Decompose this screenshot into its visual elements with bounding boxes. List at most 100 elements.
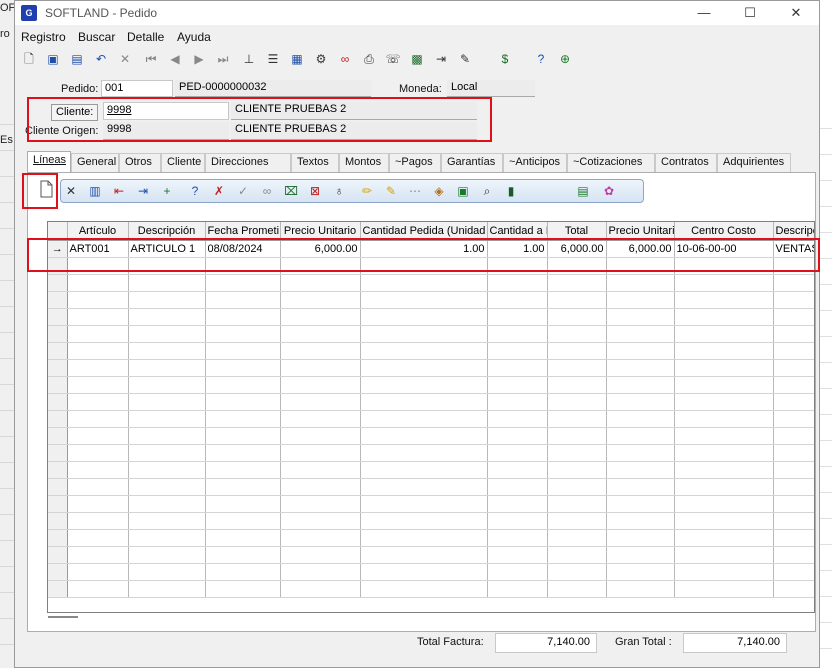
remove-line-icon[interactable]: ✗ — [211, 183, 227, 199]
table-cell[interactable] — [128, 563, 206, 581]
save-icon[interactable]: ▣ — [45, 51, 61, 67]
row-selector-cell[interactable] — [48, 410, 68, 428]
table-cell[interactable] — [205, 376, 281, 394]
table-cell[interactable] — [128, 274, 206, 292]
table-cell[interactable] — [547, 563, 607, 581]
cliente-name-field[interactable]: CLIENTE PRUEBAS 2 — [231, 102, 477, 120]
table-cell[interactable] — [674, 410, 774, 428]
last-record-icon[interactable]: ⏭ — [215, 51, 231, 67]
table-cell[interactable] — [547, 495, 607, 513]
table-cell[interactable] — [547, 529, 607, 547]
table-cell[interactable] — [67, 393, 129, 411]
row-selector-cell[interactable] — [48, 444, 68, 462]
table-cell[interactable] — [280, 257, 361, 275]
lightbulb-icon[interactable]: ♁ — [331, 183, 347, 199]
table-cell[interactable] — [487, 291, 548, 309]
column-header[interactable]: Centro Costo — [674, 222, 774, 241]
table-cell[interactable] — [280, 546, 361, 564]
add-line-icon[interactable]: + — [159, 183, 175, 199]
pedido-number-field[interactable]: PED-0000000032 — [175, 80, 371, 97]
table-row-empty[interactable] — [48, 274, 814, 292]
table-cell[interactable] — [280, 495, 361, 513]
table-cell[interactable] — [128, 410, 206, 428]
table-cell[interactable] — [773, 342, 814, 360]
row-selector-cell[interactable] — [48, 563, 68, 581]
table-row-empty[interactable] — [48, 529, 814, 547]
pencil-icon[interactable]: ✏ — [359, 183, 375, 199]
currency-icon[interactable]: $ — [497, 51, 513, 67]
table-cell[interactable] — [606, 274, 675, 292]
table-row-empty[interactable] — [48, 546, 814, 564]
row-selector-cell[interactable] — [48, 529, 68, 547]
table-cell[interactable] — [674, 563, 774, 581]
table-cell[interactable] — [360, 512, 488, 530]
cut-icon[interactable]: ⌧ — [283, 183, 299, 199]
table-row-empty[interactable] — [48, 308, 814, 326]
table-cell[interactable] — [773, 563, 814, 581]
table-cell[interactable] — [487, 529, 548, 547]
table-cell[interactable] — [773, 291, 814, 309]
table-cell[interactable] — [773, 410, 814, 428]
tab-lineas[interactable]: Líneas — [27, 151, 71, 173]
new-line-button[interactable] — [36, 179, 56, 199]
table-cell[interactable] — [773, 308, 814, 326]
table-cell[interactable] — [280, 444, 361, 462]
column-header[interactable]: Fecha Prometi — [205, 222, 281, 241]
table-cell[interactable] — [205, 444, 281, 462]
table-cell[interactable] — [67, 444, 129, 462]
fax-icon[interactable]: ☏ — [385, 51, 401, 67]
row-selector-cell[interactable] — [48, 393, 68, 411]
table-cell[interactable] — [280, 325, 361, 343]
table-row-empty[interactable] — [48, 359, 814, 377]
table-cell[interactable] — [674, 427, 774, 445]
table-cell[interactable] — [773, 478, 814, 496]
table-cell[interactable] — [487, 274, 548, 292]
table-cell[interactable] — [487, 478, 548, 496]
table-cell[interactable] — [487, 427, 548, 445]
excel-icon[interactable]: ▣ — [455, 183, 471, 199]
table-cell[interactable] — [360, 478, 488, 496]
table-cell[interactable] — [280, 410, 361, 428]
table-row-empty[interactable] — [48, 478, 814, 496]
table-cell[interactable] — [280, 461, 361, 479]
table-cell[interactable] — [205, 274, 281, 292]
table-cell[interactable] — [128, 291, 206, 309]
table-cell[interactable] — [773, 359, 814, 377]
table-cell[interactable]: 6,000.00 — [606, 240, 675, 258]
table-cell[interactable] — [674, 274, 774, 292]
table-cell[interactable] — [606, 546, 675, 564]
delete-icon[interactable]: ✕ — [117, 51, 133, 67]
tab-general[interactable]: General — [71, 153, 119, 172]
table-cell[interactable] — [280, 427, 361, 445]
table-row-empty[interactable] — [48, 461, 814, 479]
table-cell[interactable] — [280, 512, 361, 530]
table-cell[interactable] — [205, 308, 281, 326]
table-cell[interactable] — [487, 410, 548, 428]
table-cell[interactable]: 6,000.00 — [547, 240, 607, 258]
table-cell[interactable] — [280, 529, 361, 547]
table-cell[interactable] — [674, 444, 774, 462]
table-cell[interactable] — [674, 308, 774, 326]
tab-garantias[interactable]: Garantías — [441, 153, 503, 172]
first-record-icon[interactable]: ⏮ — [143, 51, 159, 67]
table-cell[interactable] — [280, 291, 361, 309]
table-cell[interactable] — [67, 308, 129, 326]
row-selector-cell[interactable] — [48, 478, 68, 496]
table-cell[interactable] — [128, 580, 206, 598]
edit-icon[interactable]: ✎ — [383, 183, 399, 199]
table-cell[interactable] — [773, 461, 814, 479]
table-cell[interactable] — [128, 461, 206, 479]
save-as-icon[interactable]: ▤ — [69, 51, 85, 67]
table-cell[interactable] — [205, 546, 281, 564]
table-cell[interactable] — [128, 308, 206, 326]
close-button[interactable]: ✕ — [773, 1, 819, 25]
row-selector-cell[interactable] — [48, 512, 68, 530]
table-cell[interactable] — [67, 257, 129, 275]
table-cell[interactable] — [487, 580, 548, 598]
table-row-empty[interactable] — [48, 376, 814, 394]
table-cell[interactable] — [205, 325, 281, 343]
table-cell[interactable] — [67, 410, 129, 428]
table-cell[interactable] — [606, 478, 675, 496]
table-cell[interactable] — [547, 291, 607, 309]
table-cell[interactable] — [547, 427, 607, 445]
